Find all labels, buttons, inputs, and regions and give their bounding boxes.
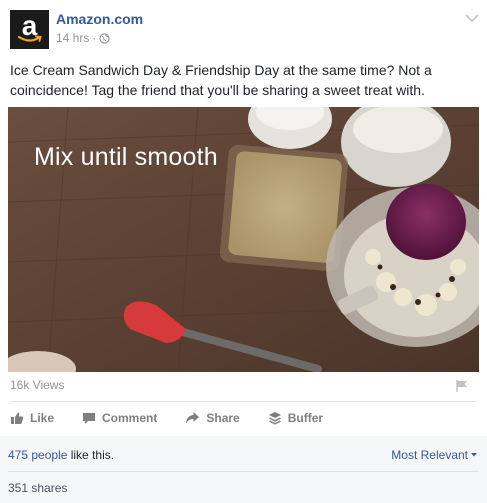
sort-label: Most Relevant (391, 448, 468, 462)
footer-divider (8, 471, 479, 472)
post-time[interactable]: 14 hrs (56, 31, 89, 45)
meta-separator: · (92, 31, 97, 45)
chevron-down-icon[interactable] (464, 12, 480, 24)
comment-button[interactable]: Comment (82, 411, 157, 425)
share-label: Share (206, 411, 240, 425)
page-avatar[interactable]: a (10, 10, 49, 49)
post-header: a Amazon.com 14 hrs · (10, 10, 480, 50)
share-button[interactable]: Share (185, 411, 240, 425)
video-player[interactable]: Mix until smooth (8, 107, 479, 372)
page-name-link[interactable]: Amazon.com (56, 10, 143, 28)
actions-divider (10, 401, 477, 402)
comment-icon (83, 413, 96, 424)
likes-summary: 475 people like this. (8, 448, 114, 462)
thumbs-up-icon (11, 412, 24, 424)
post-text: Ice Cream Sandwich Day & Friendship Day … (10, 62, 432, 98)
buffer-button[interactable]: Buffer (268, 411, 323, 425)
like-button[interactable]: Like (10, 411, 54, 425)
amazon-smile-icon (18, 35, 42, 42)
like-label: Like (30, 411, 55, 425)
post-footer: 475 people like this. Most Relevant 351 … (0, 436, 487, 503)
comment-sort-dropdown[interactable]: Most Relevant (391, 448, 478, 462)
share-icon (186, 412, 200, 424)
likes-people-link[interactable]: 475 people (8, 448, 67, 462)
facebook-post: a Amazon.com 14 hrs · Ice Cream Sandwich… (0, 0, 487, 503)
buffer-label: Buffer (287, 411, 324, 425)
caret-down-icon (471, 453, 477, 457)
flag-icon[interactable] (455, 379, 469, 393)
likes-suffix: like this. (67, 448, 115, 462)
comment-label: Comment (102, 411, 158, 425)
buffer-icon (268, 412, 281, 425)
video-caption-overlay: Mix until smooth (34, 143, 218, 171)
view-count: 16k Views (10, 378, 65, 392)
video-stats-row: 16k Views (10, 376, 477, 396)
globe-icon (99, 32, 110, 44)
share-count-link[interactable]: 351 shares (8, 481, 67, 495)
action-bar: Like Comment Share Buffer (10, 403, 477, 433)
post-meta: 14 hrs · (56, 31, 110, 45)
